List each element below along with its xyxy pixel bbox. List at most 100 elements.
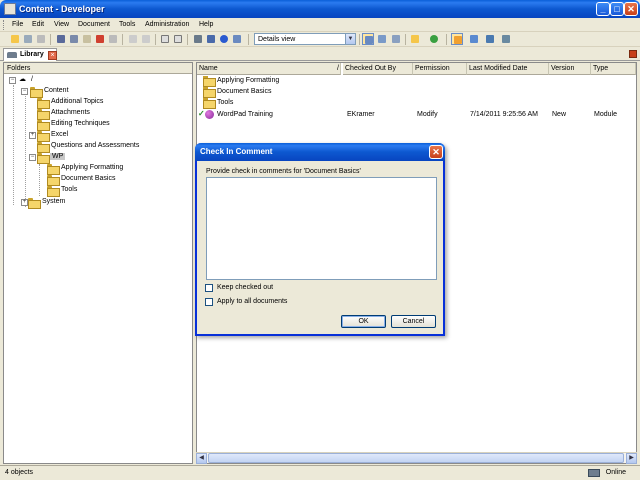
find-icon[interactable]	[192, 33, 204, 45]
redo-icon[interactable]	[140, 33, 152, 45]
tree-item-document-basics[interactable]: Document Basics	[47, 174, 167, 186]
tree-item-additional-topics[interactable]: Additional Topics	[37, 97, 157, 109]
expand-toggle-icon[interactable]: +	[29, 132, 36, 139]
tree-item-label: Applying Formatting	[61, 164, 124, 171]
maximize-button[interactable]: □	[610, 2, 624, 16]
folder-open-icon	[30, 87, 43, 98]
tree-item-questions[interactable]: Questions and Assessments	[37, 141, 167, 153]
view-select[interactable]: Details view ▼	[254, 33, 356, 45]
scroll-right-icon[interactable]: ▶	[626, 453, 637, 464]
open-folder-icon[interactable]	[9, 33, 21, 45]
apply-all-label[interactable]: Apply to all documents	[217, 298, 287, 305]
tree-item-wp[interactable]: − WP	[29, 152, 89, 164]
spell-check-icon[interactable]	[205, 33, 217, 45]
list-view-icon[interactable]	[376, 33, 388, 45]
tree-root[interactable]: − ☁ /	[7, 75, 67, 86]
comment-textarea[interactable]	[206, 177, 437, 280]
refresh-icon[interactable]	[428, 33, 440, 45]
cancel-button[interactable]: Cancel	[391, 315, 436, 328]
check-in-icon[interactable]	[451, 33, 463, 45]
column-header-version[interactable]: Version	[549, 63, 591, 75]
tree-item-applying-formatting[interactable]: Applying Formatting	[47, 163, 167, 175]
folder-icon	[203, 87, 216, 98]
delete-icon[interactable]	[94, 33, 106, 45]
details-view-icon[interactable]	[362, 33, 374, 45]
keep-checked-out-label[interactable]: Keep checked out	[217, 284, 273, 291]
menu-file[interactable]: File	[12, 21, 23, 28]
menu-help[interactable]: Help	[199, 21, 213, 28]
column-header-checked-out-by[interactable]: Checked Out By	[343, 63, 413, 75]
folder-icon	[47, 175, 60, 186]
table-row[interactable]: ✓ WordPad Training EKramer Modify 7/14/2…	[197, 109, 636, 120]
undo-icon[interactable]	[127, 33, 139, 45]
folder-up-icon[interactable]	[409, 33, 421, 45]
module-icon	[205, 110, 214, 119]
close-tab-icon[interactable]: ×	[48, 51, 57, 60]
tree-item-tools[interactable]: Tools	[47, 185, 167, 197]
tab-library-label: Library	[20, 51, 44, 58]
dialog-close-icon[interactable]: ✕	[429, 145, 443, 159]
collapse-toggle-icon[interactable]: −	[29, 154, 36, 161]
folder-icon	[28, 198, 41, 209]
copy-icon[interactable]	[68, 33, 80, 45]
table-row[interactable]: Tools	[197, 97, 636, 109]
folder-icon	[37, 120, 50, 131]
close-pane-icon[interactable]	[629, 50, 637, 58]
doc-permission: Modify	[417, 111, 438, 118]
folder-icon	[37, 109, 50, 120]
menu-view[interactable]: View	[54, 21, 69, 28]
ok-button[interactable]: OK	[341, 315, 386, 328]
column-header-modified[interactable]: Last Modified Date	[467, 63, 549, 75]
menu-edit[interactable]: Edit	[32, 21, 44, 28]
export-icon[interactable]	[35, 33, 47, 45]
menu-administration[interactable]: Administration	[145, 21, 189, 28]
app-icon	[4, 3, 16, 15]
help-icon[interactable]	[218, 33, 230, 45]
tree-item-excel[interactable]: + Excel	[29, 130, 149, 142]
column-header-name[interactable]: Name	[197, 63, 341, 75]
object-count: 4 objects	[5, 469, 34, 476]
folders-header: Folders	[4, 63, 192, 74]
cut-icon[interactable]	[55, 33, 67, 45]
horizontal-scrollbar[interactable]: ◀ ▶	[196, 452, 637, 464]
tree-item-label: System	[42, 198, 66, 205]
link-icon[interactable]	[500, 33, 512, 45]
table-row[interactable]: Document Basics	[197, 86, 636, 98]
minimize-button[interactable]: _	[596, 2, 610, 16]
tree-item-system[interactable]: + System	[18, 197, 98, 209]
menu-document[interactable]: Document	[78, 21, 110, 28]
collapse-toggle-icon[interactable]: −	[9, 77, 16, 84]
apply-all-checkbox[interactable]	[205, 298, 213, 306]
keep-checked-out-checkbox[interactable]	[205, 284, 213, 292]
collapse-icon[interactable]	[172, 33, 184, 45]
scroll-thumb[interactable]	[208, 453, 624, 463]
tree-item-editing-techniques[interactable]: Editing Techniques	[37, 119, 157, 131]
scroll-left-icon[interactable]: ◀	[196, 453, 207, 464]
split-view-icon[interactable]	[390, 33, 402, 45]
chevron-down-icon[interactable]: ▼	[345, 34, 355, 44]
expand-icon[interactable]	[159, 33, 171, 45]
column-header-permission[interactable]: Permission	[413, 63, 467, 75]
doc-name: Applying Formatting	[217, 77, 280, 84]
tab-library[interactable]: Library ×	[3, 48, 57, 61]
tree-item-content[interactable]: − Content	[18, 86, 98, 98]
history-icon[interactable]	[484, 33, 496, 45]
expand-toggle-icon[interactable]: +	[21, 199, 28, 206]
table-row[interactable]: Applying Formatting	[197, 75, 636, 87]
check-out-icon[interactable]	[468, 33, 480, 45]
properties-icon[interactable]	[107, 33, 119, 45]
title-bar: Content - Developer _ □ ✕	[0, 0, 640, 18]
toolbar-grip[interactable]	[3, 20, 6, 30]
paste-icon[interactable]	[81, 33, 93, 45]
tree-item-attachments[interactable]: Attachments	[37, 108, 157, 120]
save-icon[interactable]	[22, 33, 34, 45]
view-select-value: Details view	[258, 36, 296, 43]
tree-item-label: Tools	[61, 186, 78, 193]
folder-icon	[203, 76, 216, 87]
column-header-type[interactable]: Type	[591, 63, 636, 75]
collapse-toggle-icon[interactable]: −	[21, 88, 28, 95]
menu-tools[interactable]: Tools	[119, 21, 135, 28]
library-icon	[7, 52, 17, 58]
preview-icon[interactable]	[231, 33, 243, 45]
close-button[interactable]: ✕	[624, 2, 638, 16]
